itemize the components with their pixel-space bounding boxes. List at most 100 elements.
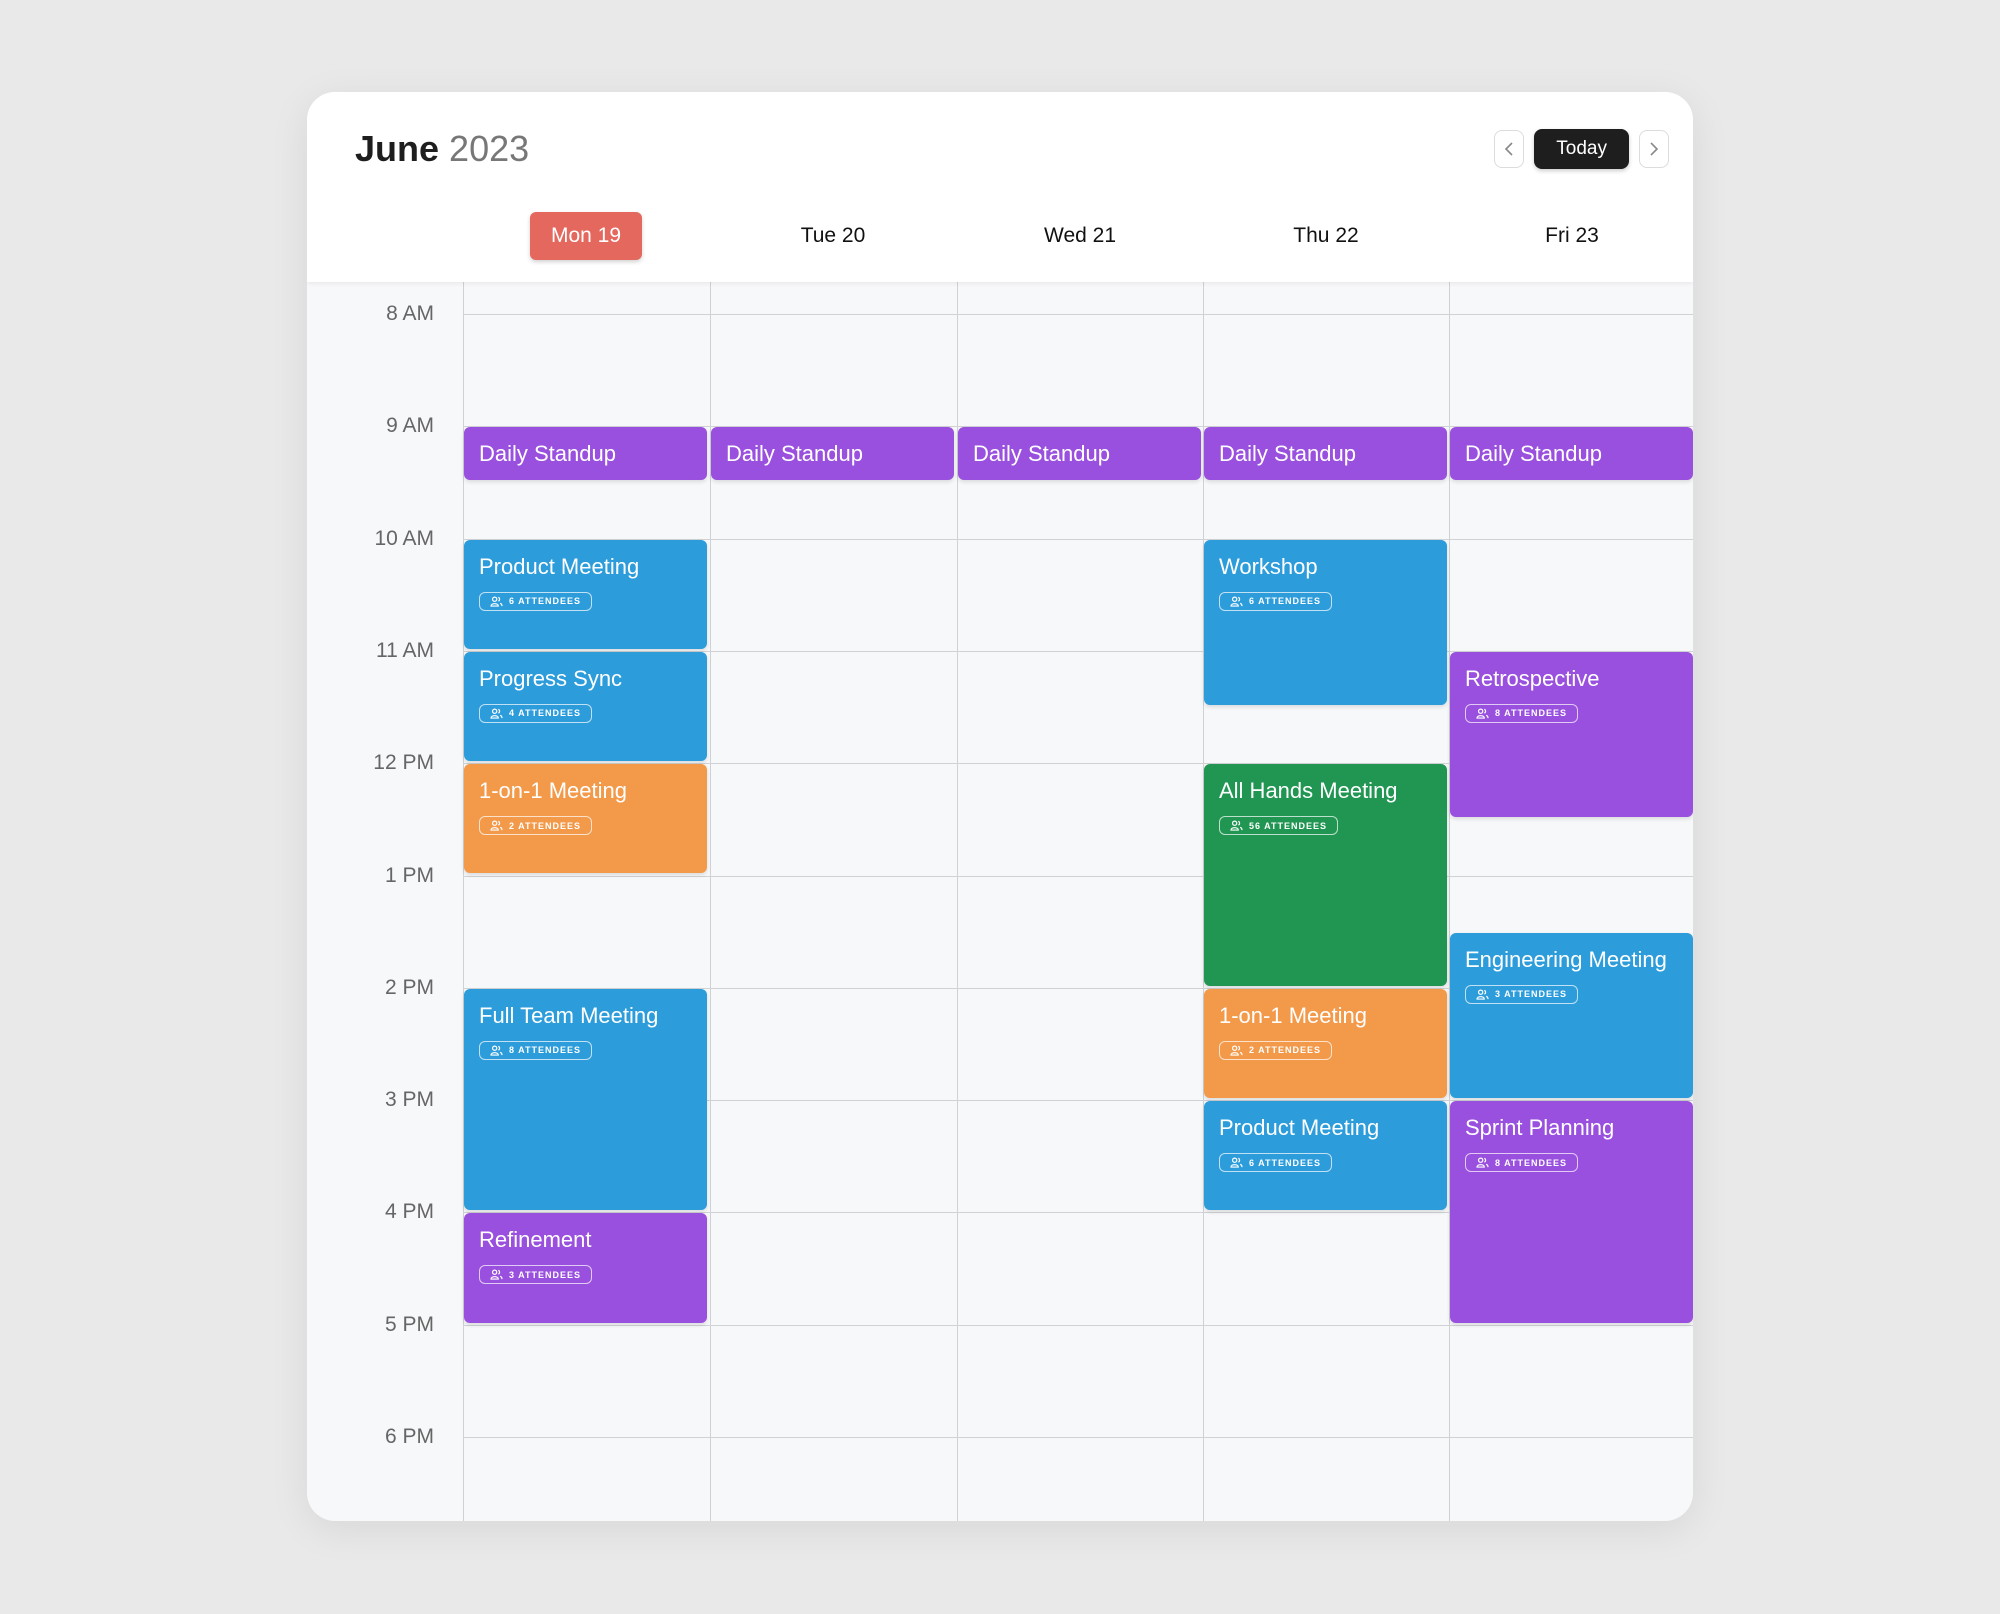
attendees-count: 56 ATTENDEES [1249, 820, 1328, 831]
hour-label: 3 PM [384, 1088, 434, 1112]
event-card[interactable]: 1-on-1 Meeting 2 ATTENDEES [464, 764, 707, 874]
event-card[interactable]: Refinement 3 ATTENDEES [464, 1213, 707, 1323]
day-header[interactable]: Fri 23 [1449, 212, 1693, 260]
event-card[interactable]: Daily Standup [1204, 427, 1447, 481]
event-title: Progress Sync [479, 665, 623, 691]
event-title: Full Team Meeting [479, 1002, 659, 1028]
event-card[interactable]: Retrospective 8 ATTENDEES [1450, 651, 1693, 818]
event-card[interactable]: Daily Standup [958, 427, 1201, 481]
attendees-icon [1476, 1157, 1489, 1168]
hour-line [463, 1324, 1693, 1326]
event-title: Sprint Planning [1465, 1115, 1615, 1141]
day-label: Wed 21 [1044, 224, 1116, 247]
attendees-badge: 8 ATTENDEES [1465, 703, 1579, 723]
event-card[interactable]: Full Team Meeting 8 ATTENDEES [464, 988, 707, 1211]
attendees-badge: 6 ATTENDEES [479, 591, 593, 611]
day-header[interactable]: Wed 21 [957, 212, 1203, 260]
event-title: Retrospective [1465, 665, 1600, 691]
attendees-badge: 6 ATTENDEES [1219, 1153, 1333, 1173]
event-title: Daily Standup [726, 441, 863, 467]
event-title: Refinement [479, 1227, 592, 1253]
event-title: Daily Standup [1219, 441, 1356, 467]
event-title: 1-on-1 Meeting [479, 778, 627, 804]
day-header[interactable]: Thu 22 [1203, 212, 1449, 260]
attendees-badge: 2 ATTENDEES [1219, 1040, 1333, 1060]
event-card[interactable]: Daily Standup [464, 427, 707, 481]
attendees-icon [1230, 596, 1243, 607]
attendees-count: 8 ATTENDEES [1495, 1157, 1568, 1168]
event-card[interactable]: Engineering Meeting 3 ATTENDEES [1450, 932, 1693, 1099]
hour-label: 8 AM [386, 302, 434, 325]
next-week-button[interactable] [1639, 130, 1669, 168]
day-label: Thu 22 [1293, 224, 1359, 247]
attendees-icon [490, 1269, 503, 1281]
event-card[interactable]: 1-on-1 Meeting 2 ATTENDEES [1204, 988, 1447, 1099]
page-title: June 2023 [355, 128, 529, 170]
attendees-count: 6 ATTENDEES [1249, 1157, 1322, 1168]
year-label: 2023 [449, 128, 530, 169]
hour-label: 9 AM [386, 414, 434, 438]
day-label: Mon 19 [529, 212, 643, 260]
attendees-badge: 3 ATTENDEES [1465, 984, 1579, 1004]
prev-week-button[interactable] [1494, 130, 1525, 168]
month-label: June [355, 128, 440, 169]
attendees-count: 2 ATTENDEES [509, 820, 582, 831]
hour-label: 1 PM [384, 863, 434, 887]
attendees-icon [1476, 989, 1489, 1000]
hour-label: 12 PM [373, 751, 434, 775]
chevron-right-icon [1650, 142, 1659, 156]
hour-line [463, 314, 1693, 315]
event-card[interactable]: All Hands Meeting 56 ATTENDEES [1204, 764, 1447, 986]
event-card[interactable]: Product Meeting 6 ATTENDEES [1204, 1101, 1447, 1211]
hour-label: 6 PM [384, 1425, 434, 1448]
hour-label: 11 AM [376, 638, 434, 662]
event-title: Product Meeting [1219, 1115, 1380, 1141]
week-grid: 8 AM 9 AM 10 AM 11 AM 12 PM 1 PM 2 PM 3 PM 4 PM 5… [307, 282, 1693, 1521]
event-title: Daily Standup [973, 441, 1110, 467]
attendees-icon [1230, 820, 1243, 831]
day-label: Tue 20 [800, 224, 866, 247]
attendees-icon [490, 596, 503, 607]
event-card[interactable]: Workshop 6 ATTENDEES [1204, 539, 1447, 706]
event-card[interactable]: Daily Standup [711, 427, 954, 481]
day-header[interactable]: Tue 20 [710, 212, 956, 260]
event-card[interactable]: Product Meeting 6 ATTENDEES [464, 539, 707, 649]
week-navigation: Today [1494, 129, 1669, 169]
event-card[interactable]: Sprint Planning 8 ATTENDEES [1450, 1101, 1693, 1323]
hour-label: 5 PM [384, 1312, 434, 1336]
attendees-count: 6 ATTENDEES [509, 596, 582, 607]
event-title: All Hands Meeting [1219, 778, 1398, 804]
attendees-badge: 2 ATTENDEES [479, 816, 593, 836]
attendees-count: 3 ATTENDEES [509, 1269, 582, 1280]
hour-label: 10 AM [374, 526, 434, 550]
hour-label: 4 PM [384, 1200, 434, 1224]
attendees-count: 4 ATTENDEES [509, 708, 582, 719]
attendees-count: 8 ATTENDEES [509, 1045, 582, 1056]
calendar-card: June 2023 Today Mon 19 Tue 20 Wed 21 Thu 22… [307, 92, 1693, 1521]
attendees-count: 2 ATTENDEES [1249, 1045, 1322, 1056]
day-header[interactable]: Mon 19 [463, 212, 709, 260]
attendees-badge: 56 ATTENDEES [1219, 816, 1339, 836]
day-label: Fri 23 [1545, 224, 1599, 247]
attendees-icon [1230, 1045, 1243, 1056]
event-card[interactable]: Progress Sync 4 ATTENDEES [464, 651, 707, 762]
event-title: Daily Standup [479, 441, 616, 467]
chevron-left-icon [1505, 142, 1513, 156]
event-card[interactable]: Daily Standup [1450, 427, 1693, 481]
event-title: Engineering Meeting [1465, 946, 1667, 972]
attendees-count: 6 ATTENDEES [1249, 596, 1322, 607]
attendees-icon [490, 820, 503, 831]
event-title: 1-on-1 Meeting [1219, 1002, 1367, 1028]
attendees-badge: 6 ATTENDEES [1219, 591, 1333, 611]
attendees-icon [490, 708, 503, 719]
today-button[interactable]: Today [1534, 129, 1629, 169]
attendees-count: 3 ATTENDEES [1495, 989, 1568, 1000]
attendees-badge: 4 ATTENDEES [479, 703, 593, 723]
attendees-icon [1230, 1157, 1243, 1168]
event-title: Product Meeting [479, 553, 640, 579]
hour-line [463, 875, 1693, 877]
attendees-badge: 8 ATTENDEES [479, 1040, 593, 1060]
event-title: Daily Standup [1465, 441, 1602, 467]
attendees-icon [490, 1045, 503, 1056]
attendees-icon [1476, 708, 1489, 719]
